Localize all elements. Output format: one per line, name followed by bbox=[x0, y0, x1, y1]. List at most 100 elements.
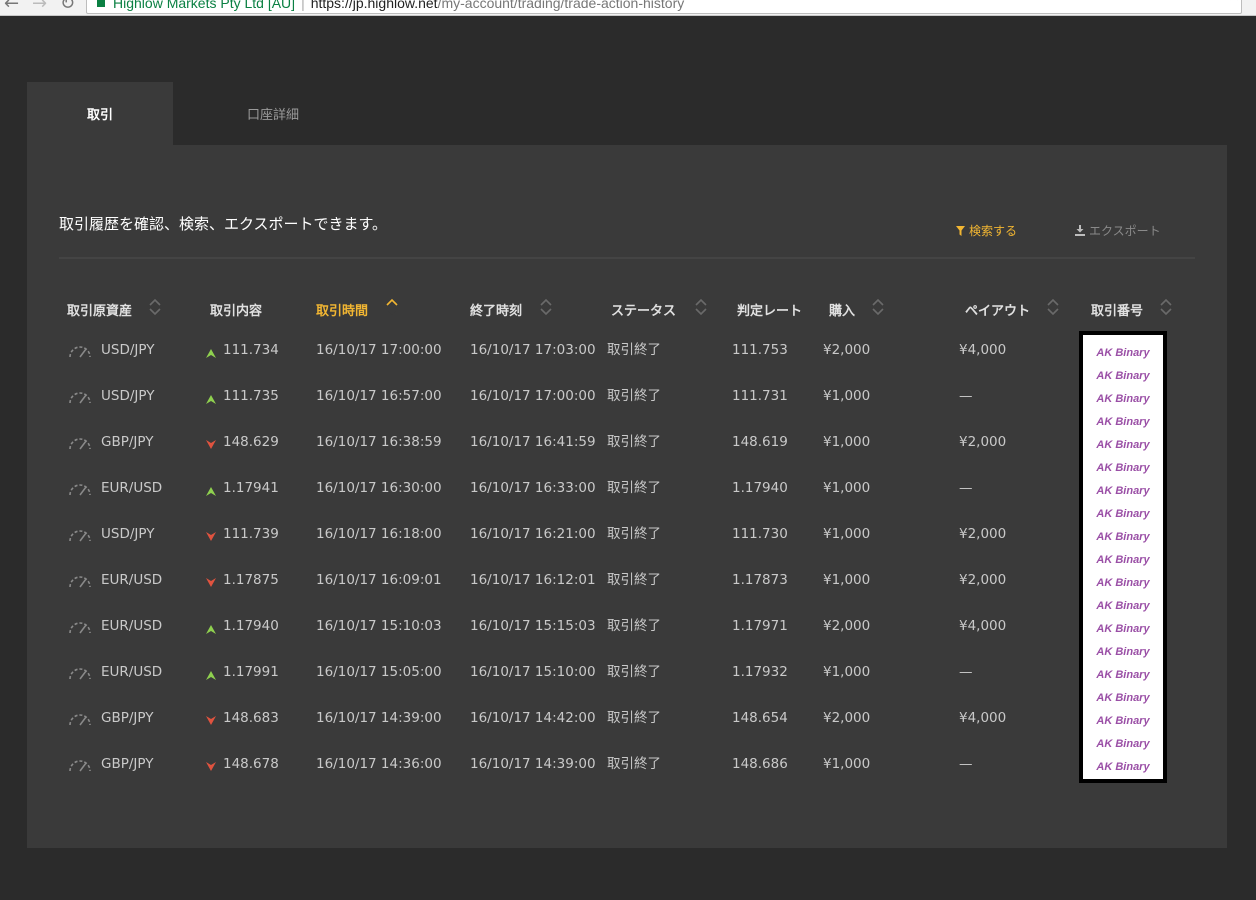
gauge-icon bbox=[67, 387, 93, 405]
col-rate-header[interactable]: 判定レート bbox=[737, 300, 802, 319]
sort-icon[interactable] bbox=[695, 297, 707, 317]
table-row[interactable]: GBP/JPY 148.683 16/10/17 14:39:00 16/10/17 … bbox=[27, 695, 1227, 741]
search-button[interactable]: 検索する bbox=[956, 222, 1017, 239]
gauge-icon bbox=[67, 709, 93, 727]
overlay-label: AK Binary bbox=[1096, 347, 1150, 359]
start-time-cell: 16/10/17 14:36:00 bbox=[316, 756, 442, 772]
up-arrow-icon bbox=[205, 666, 217, 680]
asset-cell: EUR/USD bbox=[101, 664, 163, 680]
payout-cell: ¥2,000 bbox=[959, 572, 1007, 588]
start-time-cell: 16/10/17 16:30:00 bbox=[316, 480, 442, 496]
overlay-label: AK Binary bbox=[1096, 669, 1150, 681]
amount-cell: ¥2,000 bbox=[823, 618, 871, 634]
strike-cell: 111.734 bbox=[223, 342, 279, 358]
payout-cell: ¥4,000 bbox=[959, 618, 1007, 634]
trade-history-panel: 取引履歴を確認、検索、エクスポートできます。 検索する エクスポート USD/J… bbox=[27, 145, 1227, 848]
overlay-label: AK Binary bbox=[1096, 623, 1150, 635]
col-end-time-header[interactable]: 終了時刻 bbox=[470, 300, 522, 319]
export-button-label: エクスポート bbox=[1089, 224, 1161, 238]
status-cell: 取引終了 bbox=[607, 756, 661, 772]
status-cell: 取引終了 bbox=[607, 342, 661, 358]
overlay-label: AK Binary bbox=[1096, 439, 1150, 451]
sort-icon[interactable] bbox=[540, 297, 552, 317]
table-row[interactable]: EUR/USD 1.17991 16/10/17 15:05:00 16/10/17 … bbox=[27, 649, 1227, 695]
up-arrow-icon bbox=[205, 482, 217, 496]
gauge-icon bbox=[67, 433, 93, 451]
download-icon bbox=[1075, 225, 1085, 236]
bookmark-star-icon[interactable]: ☆ bbox=[1227, 0, 1241, 6]
forward-arrow-icon[interactable]: → bbox=[32, 0, 47, 14]
col-trade-time-header[interactable]: 取引時間 bbox=[316, 300, 368, 319]
address-separator: | bbox=[301, 0, 305, 11]
payout-cell: ¥2,000 bbox=[959, 434, 1007, 450]
url-host: https://jp.highlow.net bbox=[310, 0, 438, 11]
start-time-cell: 16/10/17 16:38:59 bbox=[316, 434, 442, 450]
back-arrow-icon[interactable]: ← bbox=[4, 0, 19, 14]
gauge-icon bbox=[67, 755, 93, 773]
table-row[interactable]: GBP/JPY 148.678 16/10/17 14:36:00 16/10/17 … bbox=[27, 741, 1227, 787]
strike-cell: 1.17940 bbox=[223, 618, 279, 634]
end-time-cell: 16/10/17 16:21:00 bbox=[470, 526, 596, 542]
col-asset-header[interactable]: 取引原資産 bbox=[67, 300, 132, 319]
gauge-icon bbox=[67, 663, 93, 681]
status-cell: 取引終了 bbox=[607, 618, 661, 634]
end-time-cell: 16/10/17 17:00:00 bbox=[470, 388, 596, 404]
table-row[interactable]: EUR/USD 1.17875 16/10/17 16:09:01 16/10/17 … bbox=[27, 557, 1227, 603]
overlay-label: AK Binary bbox=[1096, 393, 1150, 405]
payout-cell: — bbox=[959, 480, 973, 496]
status-cell: 取引終了 bbox=[607, 434, 661, 450]
down-arrow-icon bbox=[205, 436, 217, 449]
table-row[interactable]: USD/JPY 111.739 16/10/17 16:18:00 16/10/17 … bbox=[27, 511, 1227, 557]
asset-cell: GBP/JPY bbox=[101, 434, 154, 450]
table-row[interactable]: EUR/USD 1.17941 16/10/17 16:30:00 16/10/17 … bbox=[27, 465, 1227, 511]
sort-icon[interactable] bbox=[1047, 297, 1059, 317]
table-row[interactable]: USD/JPY 111.735 16/10/17 16:57:00 16/10/17 … bbox=[27, 373, 1227, 419]
overlay-label: AK Binary bbox=[1096, 554, 1150, 566]
up-arrow-icon bbox=[205, 620, 217, 634]
col-payout-header[interactable]: ペイアウト bbox=[965, 300, 1030, 319]
tab-account-details[interactable]: 口座詳細 bbox=[173, 82, 373, 145]
overlay-label: AK Binary bbox=[1096, 508, 1150, 520]
url-path: /my-account/trading/trade-action-history bbox=[437, 0, 685, 11]
amount-cell: ¥1,000 bbox=[823, 572, 871, 588]
col-trade-id-header[interactable]: 取引番号 bbox=[1091, 300, 1143, 319]
col-amount-header[interactable]: 購入 bbox=[829, 300, 855, 319]
table-row[interactable]: EUR/USD 1.17940 16/10/17 15:10:03 16/10/17 … bbox=[27, 603, 1227, 649]
end-time-cell: 16/10/17 16:12:01 bbox=[470, 572, 596, 588]
down-arrow-icon bbox=[205, 574, 217, 587]
col-trade-header[interactable]: 取引内容 bbox=[210, 300, 262, 319]
overlay-label: AK Binary bbox=[1096, 761, 1150, 773]
rate-cell: 111.730 bbox=[732, 526, 788, 542]
reload-icon[interactable]: ↻ bbox=[60, 0, 75, 14]
payout-cell: — bbox=[959, 388, 973, 404]
gauge-icon bbox=[67, 571, 93, 589]
sort-icon[interactable] bbox=[1160, 297, 1172, 317]
rate-cell: 148.619 bbox=[732, 434, 788, 450]
up-arrow-icon bbox=[205, 344, 217, 358]
divider bbox=[59, 257, 1195, 259]
overlay-label: AK Binary bbox=[1096, 462, 1150, 474]
up-arrow-icon bbox=[205, 390, 217, 404]
table-row[interactable]: USD/JPY 111.734 16/10/17 17:00:00 16/10/17 … bbox=[27, 327, 1227, 373]
sort-icon[interactable] bbox=[872, 297, 884, 317]
overlay-label: AK Binary bbox=[1096, 692, 1150, 704]
col-status-header[interactable]: ステータス bbox=[611, 300, 676, 319]
amount-cell: ¥1,000 bbox=[823, 388, 871, 404]
amount-cell: ¥2,000 bbox=[823, 710, 871, 726]
amount-cell: ¥1,000 bbox=[823, 480, 871, 496]
status-cell: 取引終了 bbox=[607, 572, 661, 588]
site-identity: Highlow Markets Pty Ltd [AU] bbox=[113, 0, 296, 11]
asset-cell: USD/JPY bbox=[101, 388, 155, 404]
tab-trading[interactable]: 取引 bbox=[27, 82, 173, 145]
start-time-cell: 16/10/17 15:05:00 bbox=[316, 664, 442, 680]
end-time-cell: 16/10/17 16:33:00 bbox=[470, 480, 596, 496]
strike-cell: 1.17941 bbox=[223, 480, 279, 496]
strike-cell: 148.683 bbox=[223, 710, 279, 726]
sort-icon[interactable] bbox=[149, 297, 161, 317]
sort-icon[interactable] bbox=[386, 297, 398, 317]
address-bar[interactable]: Highlow Markets Pty Ltd [AU] | https://jp.… bbox=[86, 0, 1242, 14]
end-time-cell: 16/10/17 16:41:59 bbox=[470, 434, 596, 450]
export-button[interactable]: エクスポート bbox=[1075, 222, 1161, 239]
gauge-icon bbox=[67, 341, 93, 359]
table-row[interactable]: GBP/JPY 148.629 16/10/17 16:38:59 16/10/17 … bbox=[27, 419, 1227, 465]
